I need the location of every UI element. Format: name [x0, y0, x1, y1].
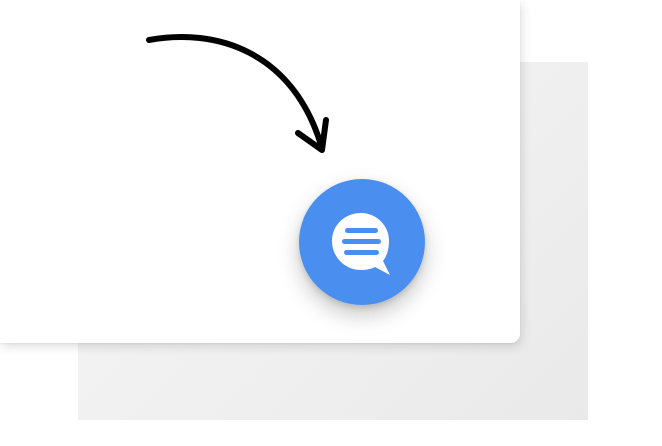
chat-launcher-button[interactable] [299, 179, 425, 305]
chat-bubble-icon [332, 213, 390, 275]
screenshot-scene [0, 0, 662, 446]
